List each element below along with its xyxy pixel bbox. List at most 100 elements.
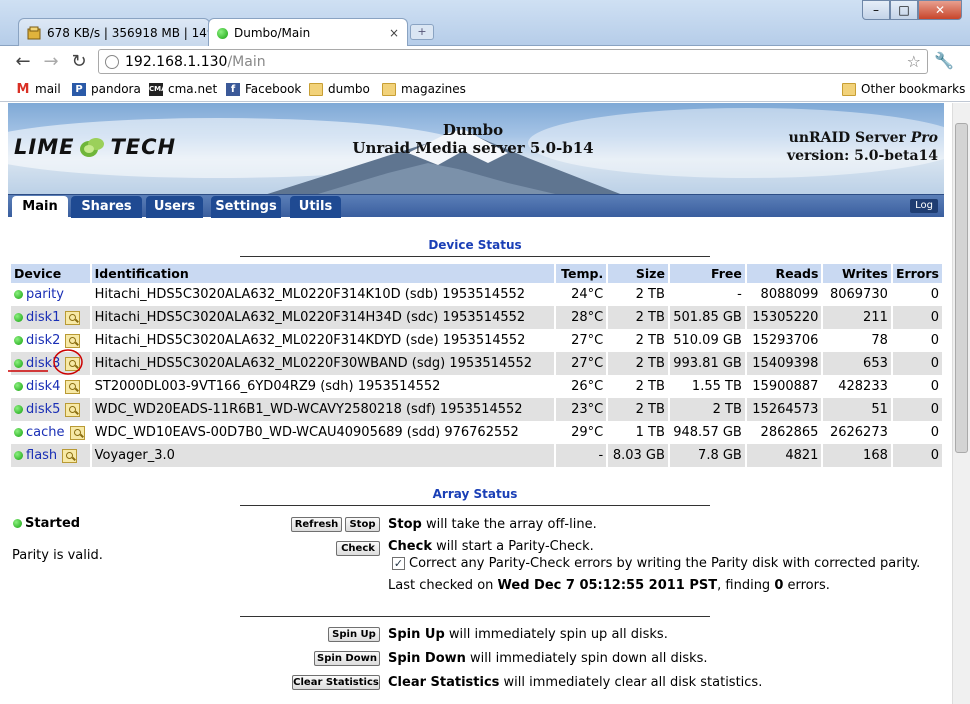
table-row: parity Hitachi_HDS5C3020ALA632_ML0220F31…: [11, 283, 945, 306]
device-link-parity[interactable]: parity: [26, 287, 64, 302]
parity-status: Parity is valid.: [12, 548, 103, 563]
forward-icon[interactable]: →: [40, 51, 62, 73]
device-table: Device Identification Temp. Size Free Re…: [8, 264, 945, 467]
col-free: Free: [668, 264, 747, 283]
search-icon[interactable]: [62, 448, 78, 463]
device-link-disk5[interactable]: disk5: [26, 402, 60, 417]
device-link-flash[interactable]: flash: [26, 448, 57, 463]
back-icon[interactable]: ←: [12, 51, 34, 73]
scrollbar-thumb[interactable]: [955, 123, 968, 453]
spin-down-button[interactable]: Spin Down: [314, 651, 380, 666]
status-dot-icon: [14, 428, 23, 437]
check-button[interactable]: Check: [336, 541, 380, 556]
size-cell: 2 TB: [607, 352, 670, 375]
page-icon: [105, 54, 119, 69]
col-errors: Errors: [891, 264, 945, 283]
table-row: flash Voyager_3.0 - 8.03 GB 7.8 GB 4821 …: [11, 444, 945, 467]
bookmark-magazines[interactable]: magazines: [382, 82, 466, 96]
minimize-button[interactable]: –: [862, 0, 890, 20]
size-cell: 8.03 GB: [607, 444, 670, 467]
correct-errors-option: ✓ Correct any Parity-Check errors by wri…: [392, 556, 920, 571]
spin-up-button[interactable]: Spin Up: [328, 627, 380, 642]
tab-settings[interactable]: Settings: [211, 196, 281, 218]
limetech-logo: LIME TECH: [14, 135, 177, 159]
spin-down-description: Spin Down will immediately spin down all…: [388, 651, 708, 666]
refresh-button[interactable]: Refresh: [291, 517, 342, 532]
divider: [240, 616, 710, 617]
search-icon[interactable]: [69, 425, 85, 440]
last-checked-date: Wed Dec 7 05:12:55 2011 PST: [497, 578, 718, 593]
temp-cell: 29°C: [555, 421, 609, 444]
check-description: Check will start a Parity-Check.: [388, 539, 594, 554]
bookmark-label: dumbo: [328, 82, 370, 96]
bookmark-pandora[interactable]: P pandora: [72, 82, 141, 96]
stop-button[interactable]: Stop: [345, 517, 380, 532]
free-cell: 2 TB: [668, 398, 747, 421]
status-dot-icon: [14, 313, 23, 322]
tab-shares[interactable]: Shares: [71, 196, 142, 218]
search-icon[interactable]: [65, 333, 81, 348]
tab-dumbo-main[interactable]: Dumbo/Main ×: [208, 18, 408, 47]
scrollbar[interactable]: [952, 103, 970, 704]
tab-main[interactable]: Main: [12, 196, 68, 219]
device-link-disk4[interactable]: disk4: [26, 379, 60, 394]
device-cell: disk5: [11, 398, 92, 421]
writes-cell: 51: [822, 398, 893, 421]
correct-errors-checkbox[interactable]: ✓: [392, 557, 405, 570]
free-cell: 1.55 TB: [668, 375, 747, 398]
identification-cell: WDC_WD10EAVS-00D7B0_WD-WCAU40905689 (sdd…: [90, 421, 557, 444]
bookmark-mail[interactable]: M mail: [16, 82, 61, 96]
tab-label: Dumbo/Main: [234, 26, 311, 40]
server-desc: Unraid Media server 5.0-b14: [352, 139, 594, 157]
bookmark-label: pandora: [91, 82, 141, 96]
close-window-button[interactable]: ✕: [918, 0, 962, 20]
bookmark-facebook[interactable]: f Facebook: [226, 82, 301, 96]
free-cell: 948.57 GB: [668, 421, 747, 444]
col-device: Device: [11, 264, 92, 283]
last-checked: Last checked on Wed Dec 7 05:12:55 2011 …: [388, 578, 830, 593]
tab-close-icon[interactable]: ×: [383, 26, 399, 40]
tab-sabnzbd[interactable]: 678 KB/s | 356918 MB | 149:4 ×: [18, 18, 210, 46]
device-status-title: Device Status: [240, 238, 710, 257]
device-cell: parity: [11, 283, 92, 306]
version-text: version: 5.0-beta14: [786, 148, 938, 164]
bookmarks-bar: M mail P pandora CMA cma.net f Facebook …: [0, 78, 970, 102]
gmail-icon: M: [16, 81, 30, 97]
browser-window: 678 KB/s | 356918 MB | 149:4 × Dumbo/Mai…: [0, 0, 970, 704]
device-link-disk1[interactable]: disk1: [26, 310, 60, 325]
bookmark-cmanet[interactable]: CMA cma.net: [149, 82, 217, 96]
maximize-button[interactable]: □: [890, 0, 918, 20]
wrench-icon[interactable]: 🔧: [934, 51, 954, 70]
device-link-cache[interactable]: cache: [26, 425, 65, 440]
bookmark-dumbo[interactable]: dumbo: [309, 82, 370, 96]
temp-cell: -: [555, 444, 609, 467]
temp-cell: 27°C: [555, 329, 609, 352]
search-icon[interactable]: [65, 310, 81, 325]
status-dot-icon: [13, 519, 22, 528]
bookmark-label: cma.net: [168, 82, 218, 96]
writes-cell: 8069730: [822, 283, 893, 306]
table-row: disk1 Hitachi_HDS5C3020ALA632_ML0220F314…: [11, 306, 945, 329]
reads-cell: 15305220: [745, 306, 824, 329]
reload-icon[interactable]: ↻: [68, 51, 90, 73]
free-cell: 993.81 GB: [668, 352, 747, 375]
address-path: /Main: [227, 53, 266, 70]
browser-toolbar: ← → ↻ 192.168.1.130/Main ☆ 🔧: [0, 46, 970, 78]
reads-cell: 2862865: [745, 421, 824, 444]
table-row: cache WDC_WD10EAVS-00D7B0_WD-WCAU4090568…: [11, 421, 945, 444]
new-tab-button[interactable]: +: [410, 24, 434, 40]
bookmark-other[interactable]: Other bookmarks: [842, 82, 965, 96]
device-link-disk2[interactable]: disk2: [26, 333, 60, 348]
folder-icon: [382, 82, 396, 96]
bookmark-star-icon[interactable]: ☆: [907, 52, 921, 71]
bookmark-label: Facebook: [245, 82, 302, 96]
identification-cell: Hitachi_HDS5C3020ALA632_ML0220F314KDYD (…: [90, 329, 557, 352]
tab-users[interactable]: Users: [146, 196, 203, 218]
address-bar[interactable]: 192.168.1.130/Main ☆: [98, 49, 928, 74]
search-icon[interactable]: [65, 402, 81, 417]
tab-utils[interactable]: Utils: [290, 196, 341, 218]
clear-statistics-button[interactable]: Clear Statistics: [292, 675, 380, 690]
log-button[interactable]: Log: [910, 199, 938, 213]
search-icon[interactable]: [65, 379, 81, 394]
writes-cell: 653: [822, 352, 893, 375]
